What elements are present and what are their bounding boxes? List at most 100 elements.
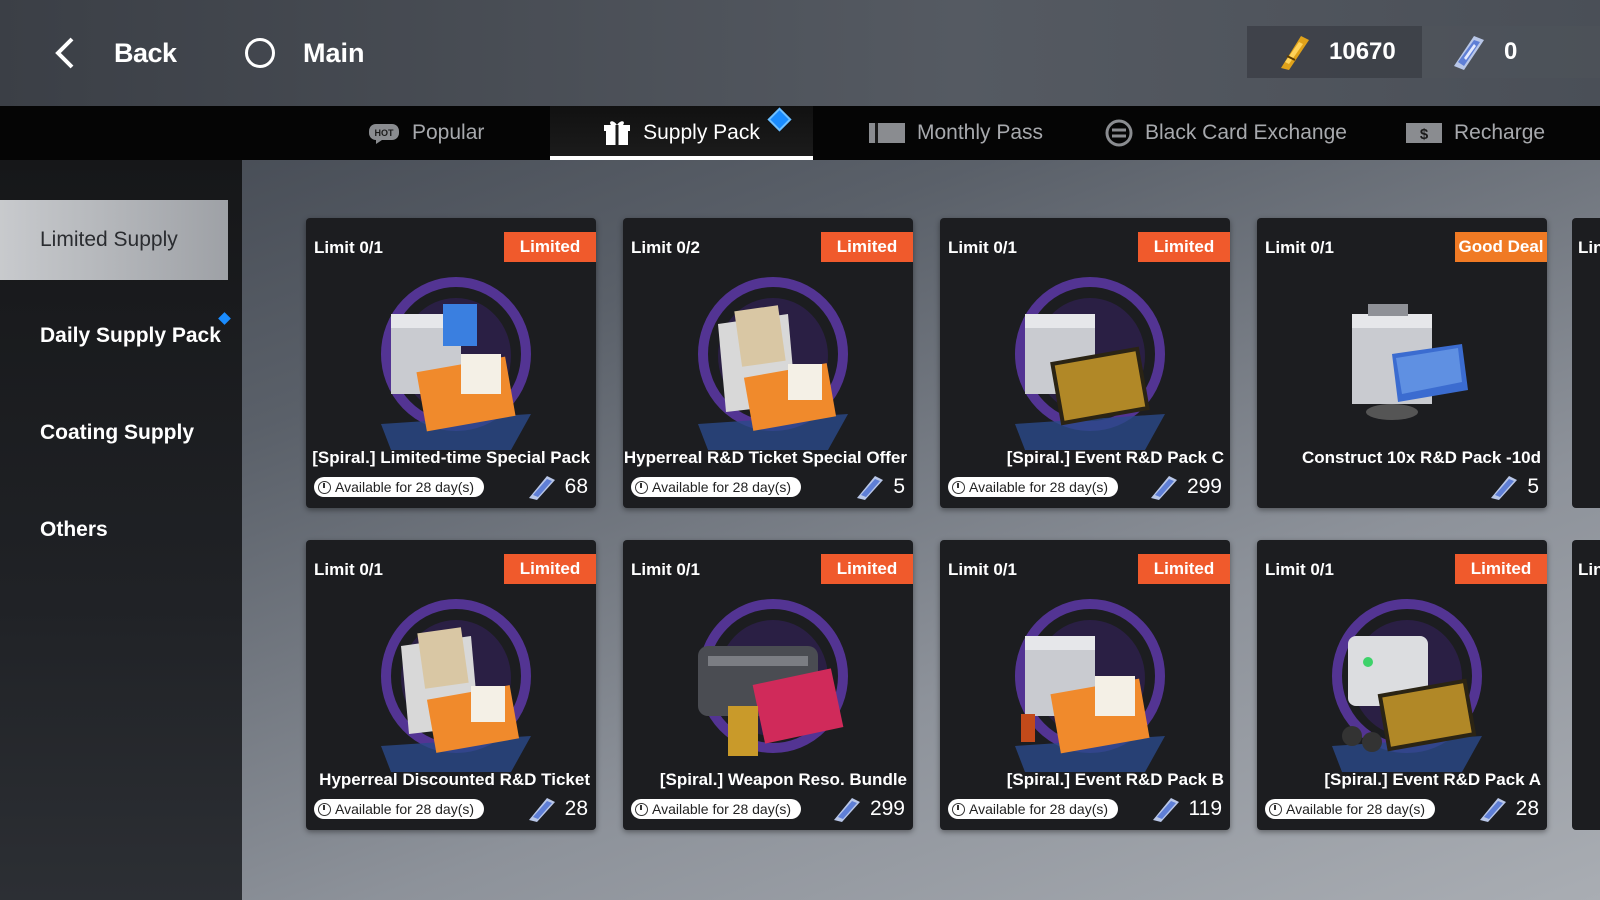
- tab-popular[interactable]: HOT Popular: [368, 106, 484, 160]
- availability-pill: Available for 28 day(s): [948, 477, 1119, 497]
- clock-icon: [635, 802, 648, 816]
- pack-card[interactable]: Limit 0/1 Limited [Spiral.] Event R&D Pa…: [1257, 540, 1547, 830]
- back-button[interactable]: Back: [52, 30, 177, 76]
- price-value: 299: [869, 797, 905, 820]
- pack-card-partial[interactable]: Lin: [1572, 540, 1600, 830]
- purchase-limit: Limit 0/1: [948, 560, 1017, 579]
- card-footer: Available for 28 day(s) 68: [306, 470, 596, 508]
- tab-black-card-exchange[interactable]: Black Card Exchange: [1105, 106, 1347, 160]
- top-bar: Back Main 10670 0: [0, 0, 1600, 106]
- gold-ticket-icon: [1281, 36, 1309, 70]
- pack-name: Construct 10x R&D Pack -10d: [1301, 448, 1541, 467]
- tab-recharge-label: Recharge: [1454, 121, 1546, 144]
- pack-name: [Spiral.] Limited-time Special Pack: [312, 448, 590, 467]
- clock-icon: [318, 480, 331, 494]
- card-footer: 5: [1257, 470, 1547, 508]
- pack-name: Hyperreal Discounted R&D Ticket: [319, 770, 590, 789]
- availability-pill: Available for 28 day(s): [314, 799, 485, 819]
- tab-monthly-pass-label: Monthly Pass: [917, 121, 1044, 144]
- pack-name: Hyperreal R&D Ticket Special Offer: [623, 448, 907, 467]
- pack-card-partial[interactable]: Lin: [1572, 218, 1600, 508]
- status-badge: Limited: [821, 554, 913, 584]
- currency-panel: 10670 0: [1247, 26, 1600, 78]
- tab-monthly-pass[interactable]: Monthly Pass: [869, 106, 1043, 160]
- pack-card[interactable]: Limit 0/1 Limited [Spiral.] Event R&D Pa…: [940, 218, 1230, 508]
- gold-currency-value: 10670: [1329, 38, 1396, 65]
- pack-card[interactable]: Limit 0/1 Limited [Spiral.] Event R&D Pa…: [940, 540, 1230, 830]
- tab-popular-label: Popular: [412, 121, 485, 144]
- pack-card[interactable]: Limit 0/2 Limited Hyperreal R&D Ticket S…: [623, 218, 913, 508]
- card-footer: Available for 28 day(s) 299: [623, 792, 913, 830]
- home-circle-icon: [245, 38, 275, 68]
- pack-illustration: [1352, 304, 1468, 420]
- pack-name: [Spiral.] Event R&D Pack B: [1006, 770, 1224, 789]
- status-badge: Limited: [1138, 554, 1230, 584]
- main-button[interactable]: Main: [245, 30, 365, 76]
- price: 68: [527, 474, 588, 500]
- purchase-limit-partial: Lin: [1578, 560, 1600, 579]
- hot-icon: HOT: [368, 122, 400, 144]
- price-value: 299: [1186, 475, 1222, 498]
- sidebar-item-limited-supply[interactable]: Limited Supply: [0, 200, 228, 280]
- status-badge: Limited: [1138, 232, 1230, 262]
- crystal-currency-value: 0: [1504, 38, 1518, 65]
- chevron-left-icon: [55, 37, 74, 69]
- clock-icon: [635, 480, 648, 494]
- sidebar: Limited Supply Daily Supply Pack Coating…: [0, 160, 242, 900]
- blue-crystal-icon: [1479, 798, 1506, 822]
- category-tab-bar: HOT Popular Supply Pack Monthly Pass Bla…: [0, 106, 1600, 160]
- price: 119: [1151, 796, 1222, 822]
- pack-illustration: [1332, 599, 1482, 772]
- price-value: 28: [564, 797, 588, 820]
- gift-icon: [603, 119, 631, 147]
- new-indicator-icon: [218, 312, 231, 325]
- tab-black-card-exchange-label: Black Card Exchange: [1145, 121, 1347, 144]
- pack-name: [Spiral.] Weapon Reso. Bundle: [659, 770, 907, 789]
- card-footer: Available for 28 day(s) 119: [940, 792, 1230, 830]
- clock-icon: [952, 802, 965, 816]
- purchase-limit: Limit 0/1: [314, 238, 383, 257]
- status-badge: Limited: [504, 554, 596, 584]
- tab-supply-pack[interactable]: Supply Pack: [550, 106, 813, 160]
- sidebar-item-label: Others: [40, 518, 108, 541]
- pack-card[interactable]: Limit 0/1 Limited Hyperreal Discounted R…: [306, 540, 596, 830]
- new-indicator-icon: [767, 107, 792, 132]
- price: 299: [832, 796, 905, 822]
- blue-crystal-icon: [1152, 798, 1179, 822]
- tab-supply-pack-label: Supply Pack: [643, 121, 760, 144]
- status-badge: Limited: [504, 232, 596, 262]
- sidebar-item-label: Daily Supply Pack: [40, 324, 221, 347]
- price: 28: [1478, 796, 1539, 822]
- pack-illustration: [381, 277, 531, 450]
- blue-crystal-icon: [528, 476, 555, 500]
- availability-text: Available for 28 day(s): [969, 479, 1109, 495]
- pack-card[interactable]: Limit 0/1 Good Deal Construct 10x R&D Pa…: [1257, 218, 1547, 508]
- availability-pill: Available for 28 day(s): [314, 477, 485, 497]
- pack-card[interactable]: Limit 0/1 Limited [Spiral.] Weapon Reso.…: [623, 540, 913, 830]
- back-label: Back: [114, 37, 177, 68]
- pack-illustration: [1015, 599, 1165, 772]
- tab-recharge[interactable]: $ Recharge: [1406, 106, 1545, 160]
- pack-illustration: [1015, 277, 1165, 450]
- dollar-bill-icon: $: [1406, 121, 1442, 145]
- sidebar-item-coating-supply[interactable]: Coating Supply: [0, 393, 228, 473]
- card-footer: Available for 28 day(s) 299: [940, 470, 1230, 508]
- sidebar-item-others[interactable]: Others: [0, 490, 228, 570]
- purchase-limit-partial: Lin: [1578, 238, 1600, 257]
- clock-icon: [318, 802, 331, 816]
- purchase-limit: Limit 0/1: [1265, 560, 1334, 579]
- pack-card[interactable]: Limit 0/1 Limited [Spiral.] Limited-time…: [306, 218, 596, 508]
- blue-crystal-icon: [857, 476, 884, 500]
- availability-pill: Available for 28 day(s): [948, 799, 1119, 819]
- purchase-limit: Limit 0/1: [1265, 238, 1334, 257]
- availability-pill: Available for 28 day(s): [631, 799, 802, 819]
- currency-crystal[interactable]: 0: [1422, 26, 1600, 78]
- currency-gold[interactable]: 10670: [1247, 26, 1422, 78]
- pack-illustration: [381, 599, 531, 772]
- pass-card-icon: [869, 121, 905, 145]
- sidebar-item-daily-supply-pack[interactable]: Daily Supply Pack: [0, 296, 231, 376]
- pack-illustration: [698, 599, 848, 756]
- price-value: 68: [564, 475, 588, 498]
- status-badge: Limited: [1455, 554, 1547, 584]
- availability-text: Available for 28 day(s): [652, 801, 792, 817]
